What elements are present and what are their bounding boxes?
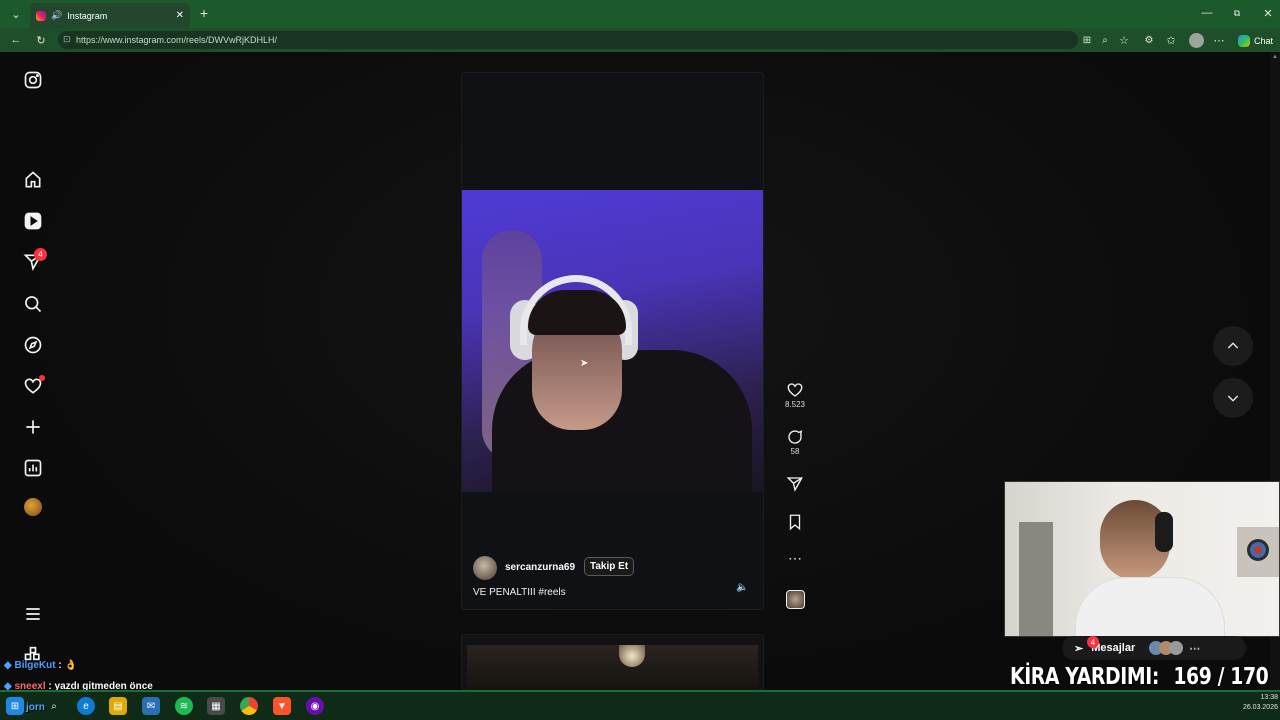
streamer-headphone-figure [1155,512,1173,552]
restore-icon[interactable]: ⧉ [1230,6,1244,20]
messages-send-icon: ➢ [1074,642,1084,655]
instagram-logo-icon[interactable] [21,68,45,92]
chat-user-1: BilgeKut [14,660,56,671]
webcam-overlay [1004,481,1280,637]
search-icon[interactable] [21,292,45,316]
taskbar-calculator-icon[interactable]: ▦ [207,697,225,715]
reel-video[interactable]: ➤ [462,190,763,492]
new-tab-icon[interactable]: + [197,5,211,21]
taskbar-file-explorer-icon[interactable]: ▤ [109,697,127,715]
wall-poster-figure [1237,527,1279,577]
comment-count: 58 [790,447,800,456]
save-action[interactable] [785,513,805,531]
clock-time: 13:38 [1260,694,1278,701]
reel-author-avatar[interactable] [473,556,497,580]
person-torso-figure [492,350,752,492]
minimize-icon[interactable]: — [1200,6,1214,20]
lamp-light-figure [619,645,645,667]
back-icon[interactable]: ← [8,33,24,47]
reel-caption[interactable]: VE PENALTIII #reels [473,587,566,598]
dashboard-icon[interactable] [21,456,45,480]
taskbar-edge-icon[interactable]: e [77,697,95,715]
instagram-favicon-icon [36,10,46,21]
app-available-icon[interactable]: ⊞ [1080,33,1094,47]
more-menu-icon[interactable]: ⋯ [1212,33,1226,47]
messages-notification-badge: 4 [34,248,47,261]
comment-action[interactable]: 58 [785,428,805,456]
more-options-icon[interactable]: ⋯ [785,550,805,567]
messages-badge: 4 [1087,636,1099,648]
volume-icon[interactable]: 🔈 [736,582,748,593]
site-info-icon[interactable]: ⊡ [63,34,71,45]
chat-label: Chat [1254,35,1274,46]
taskbar-spotify-icon[interactable]: ≋ [175,697,193,715]
url-text: https://www.instagram.com/reels/DWVwRjKD… [76,35,278,45]
copilot-icon [1238,34,1250,47]
home-icon[interactable] [21,168,45,192]
chevron-down-icon [1227,395,1239,402]
scroll-up-arrow-icon[interactable]: ▲ [1272,54,1278,64]
clock-date: 26.03.2026 [1242,704,1278,711]
rent-label: KİRA YARDIMI: [1010,664,1159,690]
previous-reel-button[interactable] [1213,326,1253,366]
browser-tab-bar: ⌄ 🔊 Instagram ✕ + — ⧉ ✕ [0,0,1280,28]
chat-badge-icon: ◆ [4,660,12,671]
next-reel-card[interactable] [461,634,764,691]
chat-text-1: : 👌 [58,660,77,671]
favorite-star-icon[interactable]: ☆ [1117,33,1131,47]
notifications-dot [39,375,45,381]
door-figure [1019,522,1053,636]
profile-avatar[interactable] [1189,33,1204,48]
taskbar-partial-chat-text: jorn [26,702,45,713]
taskbar-clock[interactable]: 13:38 26.03.2026 [1238,693,1278,713]
browser-tab-instagram[interactable]: 🔊 Instagram ✕ [30,3,190,28]
url-field[interactable]: ⊡ https://www.instagram.com/reels/DWVwRj… [58,31,1078,49]
reels-icon[interactable] [21,209,45,233]
extensions-icon[interactable]: ⚙ [1142,33,1156,47]
audio-playing-icon[interactable]: 🔊 [51,10,62,21]
instagram-sidebar: 4 [0,52,66,690]
close-tab-icon[interactable]: ✕ [176,10,184,21]
reel-author-username[interactable]: sercanzurna69 [505,562,575,573]
start-windows-icon[interactable]: ⊞ [6,697,24,715]
audio-track-thumbnail[interactable] [786,590,805,609]
messages-more-icon[interactable]: ⋯ [1189,642,1200,655]
target-figure [1247,539,1269,561]
tab-title: Instagram [67,10,108,21]
zoom-icon[interactable]: ⌕ [1098,33,1112,47]
like-count: 8.523 [784,400,806,409]
create-plus-icon[interactable] [21,415,45,439]
rent-support-overlay: KİRA YARDIMI: 169 / 170 [1010,664,1269,690]
taskbar-chrome-icon[interactable] [240,697,258,715]
share-action[interactable] [785,475,805,493]
mouse-cursor-icon: ➤ [580,358,589,369]
streamer-shirt-figure [1075,577,1225,636]
follow-button[interactable]: Takip Et [584,557,635,576]
copilot-chat-button[interactable]: Chat [1238,33,1278,48]
explore-icon[interactable] [21,333,45,357]
profile-avatar-sidebar[interactable] [24,498,42,516]
taskbar-obs-icon[interactable]: ◉ [306,697,324,715]
bookmark-icon[interactable] [786,513,804,531]
next-reel-button[interactable] [1213,378,1253,418]
chevron-up-icon [1227,342,1239,349]
close-window-icon[interactable]: ✕ [1261,6,1275,20]
tab-list-chevron-icon[interactable]: ⌄ [8,6,24,22]
taskbar-brave-icon[interactable]: ▼ [273,697,291,715]
messages-avatars [1149,641,1184,655]
share-send-icon[interactable] [786,475,804,493]
reload-icon[interactable]: ↻ [33,33,49,47]
person-hair-figure [528,290,626,335]
stream-chat-line-1: ◆ BilgeKut : 👌 [4,660,77,671]
taskbar-mail-icon[interactable]: ✉ [142,697,160,715]
next-reel-thumbnail [467,645,758,691]
taskbar-search-icon[interactable]: ⌕ [45,697,63,715]
favorites-icon[interactable]: ✩ [1164,33,1178,47]
comment-bubble-icon[interactable] [786,428,804,446]
like-heart-icon[interactable] [786,381,804,399]
like-action[interactable]: 8.523 [785,381,805,409]
menu-hamburger-icon[interactable] [21,602,45,626]
rent-progress: 169 / 170 [1173,664,1269,690]
